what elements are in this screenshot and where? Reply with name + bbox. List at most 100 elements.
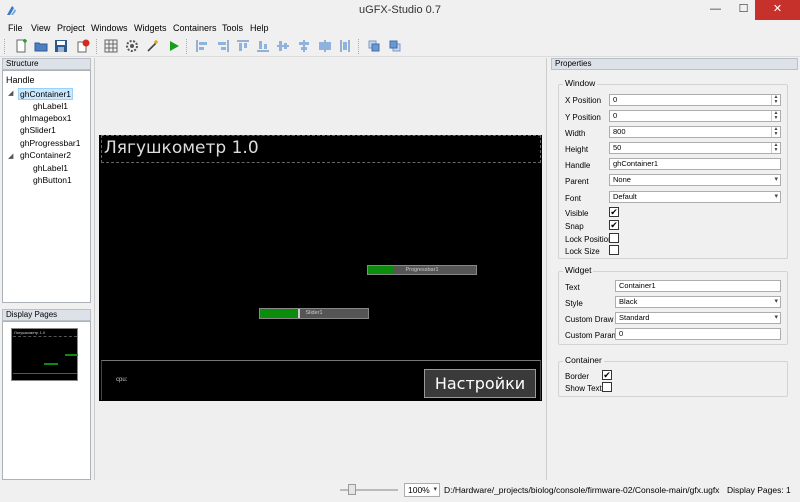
open-folder-icon[interactable]	[34, 39, 48, 53]
widget-group-title: Widget	[563, 265, 594, 275]
handle-label: Handle	[565, 161, 591, 170]
tree-item-ghlabel1-2[interactable]: ghLabel1	[33, 163, 68, 175]
visible-label: Visible	[565, 209, 589, 218]
x-position-input[interactable]: 0 ▲ ▼	[609, 94, 781, 106]
new-file-icon[interactable]	[14, 39, 28, 53]
minimize-button[interactable]: —	[702, 0, 729, 20]
menu-bar: File View Project Windows Widgets Contai…	[0, 21, 800, 36]
snap-label: Snap	[565, 222, 584, 231]
width-input[interactable]: 800 ▲ ▼	[609, 126, 781, 138]
style-value: Black	[619, 297, 638, 306]
text-input[interactable]: Container1	[615, 280, 781, 292]
show-text-checkbox[interactable]	[602, 382, 612, 392]
lock-position-checkbox[interactable]	[609, 233, 619, 243]
display-pages-count: Display Pages: 1	[727, 485, 791, 495]
toolbar-grip	[186, 39, 188, 54]
thumbnail-slider	[44, 363, 58, 365]
menu-project[interactable]: Project	[57, 23, 85, 33]
height-input[interactable]: 50 ▲ ▼	[609, 142, 781, 154]
chevron-down-icon: ▾	[774, 176, 778, 183]
style-select[interactable]: Black ▾	[615, 296, 781, 308]
font-label: Font	[565, 194, 582, 203]
parent-select[interactable]: None ▾	[609, 174, 781, 186]
menu-widgets[interactable]: Widgets	[134, 23, 167, 33]
menu-view[interactable]: View	[31, 23, 50, 33]
file-path: D:/Hardware/_projects/biolog/console/fir…	[444, 485, 720, 495]
custom-draw-select[interactable]: Standard ▾	[615, 312, 781, 324]
toolbar-grip	[96, 39, 98, 54]
zoom-select[interactable]: 100% ▾	[404, 483, 440, 497]
handle-input[interactable]: ghContainer1	[609, 158, 781, 170]
close-button[interactable]: ✕	[755, 0, 800, 20]
page-thumbnail[interactable]: Лягушкометр 1.0	[11, 328, 78, 381]
display-pages-title: Display Pages	[2, 309, 91, 321]
settings-button[interactable]: Настройки	[424, 369, 536, 398]
align-bottom-icon[interactable]	[256, 39, 270, 53]
slider-widget[interactable]: Slider1	[259, 308, 369, 319]
zoom-slider-handle[interactable]	[348, 484, 356, 495]
progressbar-widget[interactable]: Progressbar1	[367, 265, 477, 275]
center-horizontal-icon[interactable]	[276, 39, 290, 53]
tree-item-ghcontainer2[interactable]: ghContainer2	[20, 150, 71, 162]
send-back-icon[interactable]	[388, 39, 402, 53]
align-left-icon[interactable]	[195, 39, 209, 53]
expand-arrow-icon[interactable]: ◢	[8, 89, 13, 97]
tree-item-ghlabel1[interactable]: ghLabel1	[33, 101, 68, 113]
spin-arrows-icon[interactable]: ▲ ▼	[771, 95, 780, 105]
settings-gear-icon[interactable]	[125, 39, 139, 53]
menu-help[interactable]: Help	[250, 23, 269, 33]
distribute-vertical-icon[interactable]	[338, 39, 352, 53]
grid-icon[interactable]	[104, 39, 118, 53]
save-icon[interactable]	[54, 39, 68, 53]
align-top-icon[interactable]	[236, 39, 250, 53]
spin-arrows-icon[interactable]: ▲ ▼	[771, 143, 780, 153]
tree-item-ghbutton1[interactable]: ghButton1	[33, 175, 72, 187]
tree-item-ghslider1[interactable]: ghSlider1	[20, 125, 56, 137]
distribute-icon[interactable]	[318, 39, 332, 53]
tree-item-ghcontainer1[interactable]: ghContainer1	[18, 88, 74, 100]
menu-containers[interactable]: Containers	[173, 23, 217, 33]
visible-checkbox[interactable]: ✔	[609, 207, 619, 217]
window-title: uGFX-Studio 0.7	[359, 4, 441, 16]
wand-icon[interactable]	[146, 39, 160, 53]
zoom-value: 100%	[408, 485, 430, 495]
tree-column-header: Handle	[6, 75, 35, 85]
tree-item-ghprogressbar1[interactable]: ghProgressbar1	[20, 138, 80, 150]
lock-size-checkbox[interactable]	[609, 245, 619, 255]
font-select[interactable]: Default ▾	[609, 191, 781, 203]
title-bar: uGFX-Studio 0.7 — ☐ ✕	[0, 0, 800, 21]
height-label: Height	[565, 145, 589, 154]
thumbnail-title: Лягушкометр 1.0	[14, 330, 46, 335]
structure-title: Structure	[2, 58, 91, 70]
cpu-label[interactable]: cpu:	[116, 377, 127, 383]
toolbar-grip	[4, 39, 6, 54]
menu-tools[interactable]: Tools	[222, 23, 243, 33]
bring-front-icon[interactable]	[367, 39, 381, 53]
custom-param-input[interactable]: 0	[615, 328, 781, 340]
spin-arrows-icon[interactable]: ▲ ▼	[771, 111, 780, 121]
parent-value: None	[613, 175, 631, 184]
border-checkbox[interactable]: ✔	[602, 370, 612, 380]
progressbar-label: Progressbar1	[405, 267, 439, 273]
center-vertical-icon[interactable]	[297, 39, 311, 53]
snap-checkbox[interactable]: ✔	[609, 220, 619, 230]
tree-item-ghimagebox1[interactable]: ghImagebox1	[20, 113, 72, 125]
menu-file[interactable]: File	[8, 23, 23, 33]
thumbnail-divider	[13, 373, 77, 374]
thumbnail-progressbar	[65, 354, 78, 356]
maximize-button[interactable]: ☐	[730, 0, 757, 20]
menu-windows[interactable]: Windows	[91, 23, 128, 33]
y-position-input[interactable]: 0 ▲ ▼	[609, 110, 781, 122]
font-value: Default	[613, 192, 637, 201]
lock-position-label: Lock Position	[565, 235, 613, 244]
spin-arrows-icon[interactable]: ▲ ▼	[771, 127, 780, 137]
width-value: 800	[613, 127, 626, 136]
window-group-title: Window	[563, 78, 598, 88]
close-project-icon[interactable]	[76, 39, 90, 53]
custom-param-label: Custom Param	[565, 331, 619, 340]
container1-label[interactable]: Лягушкометр 1.0	[104, 138, 259, 158]
expand-arrow-icon[interactable]: ◢	[8, 152, 13, 160]
run-icon[interactable]	[167, 39, 181, 53]
lock-size-label: Lock Size	[565, 247, 600, 256]
align-right-icon[interactable]	[216, 39, 230, 53]
